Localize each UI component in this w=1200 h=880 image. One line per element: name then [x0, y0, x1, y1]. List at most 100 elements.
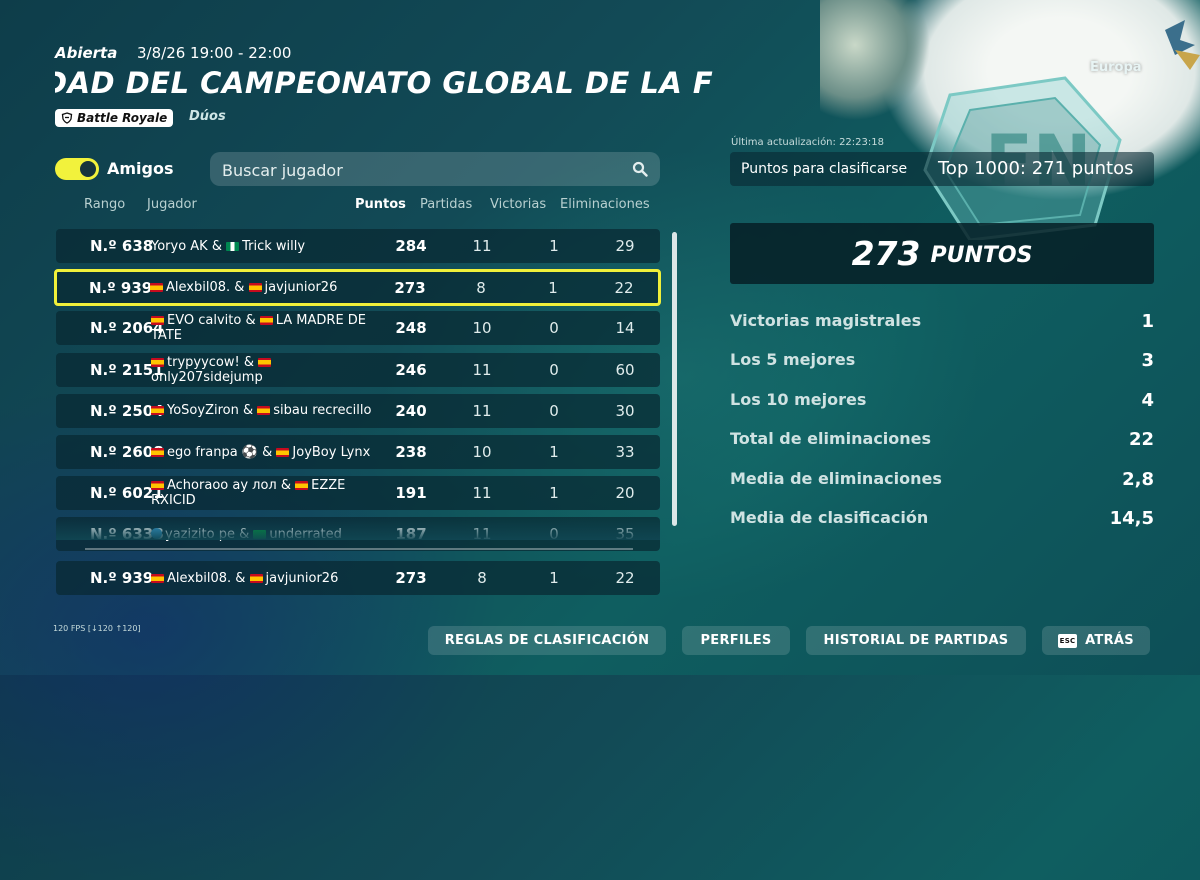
match-history-button[interactable]: HISTORIAL DE PARTIDAS	[806, 626, 1026, 655]
player-2-name: only207sidejump	[151, 369, 263, 385]
flag-icon	[258, 357, 272, 367]
fncs-trophy-art: FN	[923, 20, 1200, 240]
table-row[interactable]: N.º 2064 EVO calvito & LA MADRE DE TATE …	[56, 311, 660, 346]
rules-button[interactable]: REGLAS DE CLASIFICACIÓN	[428, 626, 666, 655]
profiles-button-label: PERFILES	[700, 633, 772, 648]
stat-value: 3	[1141, 350, 1154, 372]
search-input[interactable]	[220, 152, 624, 188]
back-button[interactable]: ESC ATRÁS	[1042, 626, 1150, 655]
mode-badge: Battle Royale	[55, 109, 174, 127]
table-row[interactable]: N.º 2151 trypyycow! & only207sidejump 24…	[56, 352, 660, 387]
player-1-name: trypyycow!	[167, 354, 240, 370]
player-1-name: Alexbil08.	[166, 280, 231, 296]
row-eliminations: 20	[615, 484, 635, 503]
rules-button-label: REGLAS DE CLASIFICACIÓN	[444, 633, 650, 648]
stat-row: Victorias magistrales 1	[730, 311, 1154, 335]
list-fade	[56, 518, 660, 540]
friends-toggle[interactable]	[55, 158, 99, 180]
flag-icon	[151, 406, 164, 416]
row-points: 248	[395, 319, 427, 338]
search-icon[interactable]	[632, 161, 648, 177]
qualify-label: Puntos para clasificarse	[741, 161, 908, 177]
list-divider	[85, 548, 633, 550]
stat-label: Media de clasificación	[730, 508, 929, 527]
column-rank: Rango	[84, 197, 126, 212]
row-players: Alexbil08. & javjunior26	[150, 272, 380, 303]
toggle-knob	[80, 161, 96, 177]
flag-icon	[259, 316, 273, 326]
flag-icon	[151, 481, 164, 491]
row-wins: 1	[549, 484, 559, 503]
own-team-row[interactable]: N.º 939 Alexbil08. & javjunior26 273 8 1…	[56, 561, 660, 595]
profiles-button[interactable]: PERFILES	[682, 626, 790, 655]
row-players: EVO calvito & LA MADRE DE TATE	[151, 313, 367, 344]
row-points: 238	[395, 443, 427, 461]
row-rank: N.º 638	[90, 237, 154, 255]
row-players: ego franpa ⚽ & JoyBoy Lynx	[151, 435, 381, 469]
table-row[interactable]: N.º 6021 Achoraoo ay лол & EZZE RXICID 1…	[56, 476, 660, 511]
row-points: 273	[395, 569, 427, 587]
flag-icon	[151, 447, 164, 457]
leaderboard-scrollbar[interactable]	[672, 232, 677, 526]
flag-icon	[248, 283, 262, 293]
row-rank: N.º 939	[89, 278, 153, 297]
flag-icon	[295, 481, 309, 491]
player-2-name: javjunior26	[264, 280, 338, 296]
stat-label: Victorias magistrales	[730, 311, 922, 330]
row-matches: 11	[472, 484, 492, 503]
row-matches: 11	[472, 360, 492, 379]
qualify-value: Top 1000: 271 puntos	[938, 158, 1134, 179]
player-2-name: JoyBoy Lynx	[292, 444, 371, 460]
table-row[interactable]: N.º 2608 ego franpa ⚽ & JoyBoy Lynx 238 …	[56, 435, 660, 469]
player-1-name: Achoraoo ay лол	[167, 478, 277, 494]
row-points: 273	[394, 278, 426, 297]
column-matches[interactable]: Partidas	[420, 197, 472, 212]
player-1-name: EVO calvito	[167, 313, 242, 329]
last-update: Última actualización: 22:23:18	[731, 137, 884, 148]
row-wins: 1	[549, 237, 559, 255]
row-players: Yoryo AK & Trick willy	[151, 238, 306, 254]
flag-icon	[257, 406, 271, 416]
row-wins: 0	[549, 319, 559, 338]
qualify-box: Puntos para clasificarse Top 1000: 271 p…	[730, 152, 1154, 186]
stat-row: Media de clasificación 14,5	[730, 508, 1154, 532]
column-wins[interactable]: Victorias	[490, 197, 546, 212]
flag-icon	[151, 573, 164, 583]
row-wins: 1	[549, 569, 559, 587]
total-points-box: 273 PUNTOS	[730, 223, 1154, 284]
stat-value: 4	[1141, 389, 1154, 411]
row-points: 191	[395, 484, 427, 503]
row-eliminations: 22	[614, 278, 634, 297]
row-wins: 0	[549, 401, 559, 420]
row-points: 284	[395, 237, 427, 255]
row-players: YoSoyZiron & sibau recrecillo	[151, 394, 381, 428]
table-row[interactable]: N.º 2504 YoSoyZiron & sibau recrecillo 2…	[56, 393, 660, 428]
row-eliminations: 22	[615, 569, 635, 587]
stat-row: Los 10 mejores 4	[730, 390, 1154, 414]
row-wins: 0	[549, 360, 559, 379]
row-eliminations: 33	[615, 443, 635, 461]
back-button-label: ATRÁS	[1085, 633, 1134, 648]
event-title-container: DAD DEL CAMPEONATO GLOBAL DE LA F	[55, 64, 731, 104]
table-row[interactable]: N.º 939 Alexbil08. & javjunior26 273 8 1…	[54, 269, 661, 307]
event-dates: 3/8/26 19:00 - 22:00	[137, 44, 292, 62]
player-1-name: Alexbil08.	[167, 570, 232, 586]
flag-icon	[151, 316, 164, 326]
friends-toggle-label: Amigos	[107, 159, 174, 178]
column-points[interactable]: Puntos	[355, 197, 406, 212]
stat-value: 14,5	[1109, 508, 1154, 529]
row-matches: 11	[472, 401, 492, 420]
row-eliminations: 60	[615, 360, 635, 379]
match-history-button-label: HISTORIAL DE PARTIDAS	[823, 633, 1009, 648]
stat-row: Los 5 mejores 3	[730, 350, 1154, 374]
row-matches: 8	[476, 278, 486, 297]
region-label: Europa	[1090, 60, 1142, 75]
row-rank: N.º 939	[90, 569, 154, 587]
column-eliminations[interactable]: Eliminaciones	[560, 197, 650, 212]
player-search[interactable]	[210, 152, 660, 188]
row-wins: 1	[549, 443, 559, 461]
row-points: 246	[395, 360, 427, 379]
table-row[interactable]: N.º 638 Yoryo AK & Trick willy 284 11 1 …	[56, 229, 660, 263]
stat-label: Los 10 mejores	[730, 389, 867, 409]
row-players: Alexbil08. & javjunior26	[151, 561, 381, 595]
